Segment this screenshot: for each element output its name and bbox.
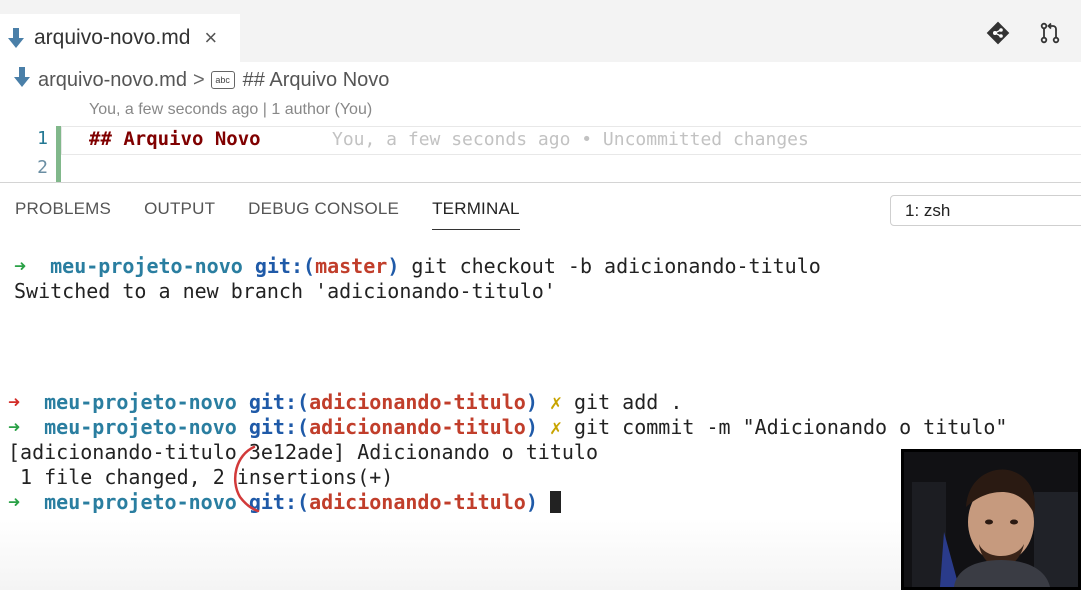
command-text: git add . [561, 390, 683, 414]
dirty-mark-icon: ✗ [549, 415, 562, 439]
prompt-dir: meu-projeto-novo [50, 254, 243, 278]
tab-problems[interactable]: PROBLEMS [15, 199, 111, 230]
terminal-output-line: Switched to a new branch 'adicionando-ti… [14, 279, 556, 303]
tab-label: arquivo-novo.md [34, 26, 191, 49]
prompt-dir: meu-projeto-novo [44, 390, 237, 414]
terminal-output-line: 1 file changed, 2 insertions(+) [8, 465, 394, 489]
terminal-line: ➜ meu-projeto-novo git:(adicionando-titu… [8, 390, 682, 414]
prompt-dir: meu-projeto-novo [44, 415, 237, 439]
prompt-git-close: ) [525, 415, 538, 439]
tab-output[interactable]: OUTPUT [144, 199, 215, 230]
breadcrumb-separator: > [192, 68, 205, 91]
prompt-branch: adicionando-titulo [309, 490, 526, 514]
terminal-line: ➜ meu-projeto-novo git:(master) git chec… [14, 254, 821, 278]
line-number-gutter: 1 2 [0, 124, 56, 182]
terminal-cursor [549, 491, 561, 513]
terminal-line: ➜ meu-projeto-novo git:(adicionando-titu… [8, 490, 561, 514]
editor[interactable]: 1 2 ## Arquivo Novo You, a few seconds a… [0, 124, 1081, 182]
prompt-git-close: ) [525, 390, 538, 414]
webcam-overlay [901, 449, 1081, 590]
breadcrumb: arquivo-novo.md > abc ## Arquivo Novo [14, 66, 389, 94]
prompt-arrow-icon: ➜ [8, 415, 21, 439]
markdown-file-icon [14, 67, 30, 93]
tab-debug-console[interactable]: DEBUG CONSOLE [248, 199, 399, 230]
presenter-video [904, 452, 1078, 587]
line-number: 1 [37, 128, 48, 149]
prompt-git-close: ) [525, 490, 538, 514]
prompt-branch: adicionando-titulo [309, 415, 526, 439]
command-text: git commit -m "Adicionando o titulo" [561, 415, 1008, 439]
annotation-stroke [233, 445, 260, 513]
string-symbol-icon: abc [210, 71, 235, 89]
blame-codelens[interactable]: You, a few seconds ago | 1 author (You) [89, 101, 372, 119]
prompt-git: git:( [248, 415, 310, 439]
tab-terminal[interactable]: TERMINAL [432, 199, 520, 230]
tabbar-actions [985, 20, 1063, 46]
prompt-arrow-icon: ➜ [8, 390, 21, 414]
prompt-arrow-icon: ➜ [14, 254, 27, 278]
prompt-git-close: ) [387, 254, 400, 278]
git-compare-icon[interactable] [985, 20, 1011, 46]
close-icon[interactable]: × [204, 27, 217, 49]
markdown-file-icon [6, 27, 26, 49]
prompt-git: git:( [248, 390, 310, 414]
line-number: 2 [37, 157, 48, 178]
panel-divider [0, 182, 1081, 183]
prompt-git: git:( [254, 254, 316, 278]
command-text: git checkout -b adicionando-titulo [399, 254, 821, 278]
breadcrumb-symbol[interactable]: ## Arquivo Novo [243, 69, 390, 92]
editor-tab-bar: arquivo-novo.md × [0, 0, 1081, 62]
prompt-branch: adicionando-titulo [309, 390, 526, 414]
terminal-output-line: [adicionando-titulo 3e12ade] Adicionando… [8, 440, 599, 464]
terminal-select[interactable]: 1: zsh [890, 195, 1081, 226]
dirty-mark-icon: ✗ [549, 390, 562, 414]
tab-arquivo-novo[interactable]: arquivo-novo.md × [0, 14, 240, 62]
terminal-line: ➜ meu-projeto-novo git:(adicionando-titu… [8, 415, 1007, 439]
prompt-arrow-icon: ➜ [8, 490, 21, 514]
prompt-dir: meu-projeto-novo [44, 490, 237, 514]
inline-blame-annotation: You, a few seconds ago • Uncommitted cha… [332, 129, 809, 150]
code-line-1: ## Arquivo Novo [89, 128, 261, 150]
breadcrumb-file[interactable]: arquivo-novo.md [38, 69, 187, 92]
prompt-branch: master [315, 254, 388, 278]
panel-tabs: PROBLEMS OUTPUT DEBUG CONSOLE TERMINAL [15, 199, 520, 230]
pull-request-icon[interactable] [1037, 20, 1063, 46]
